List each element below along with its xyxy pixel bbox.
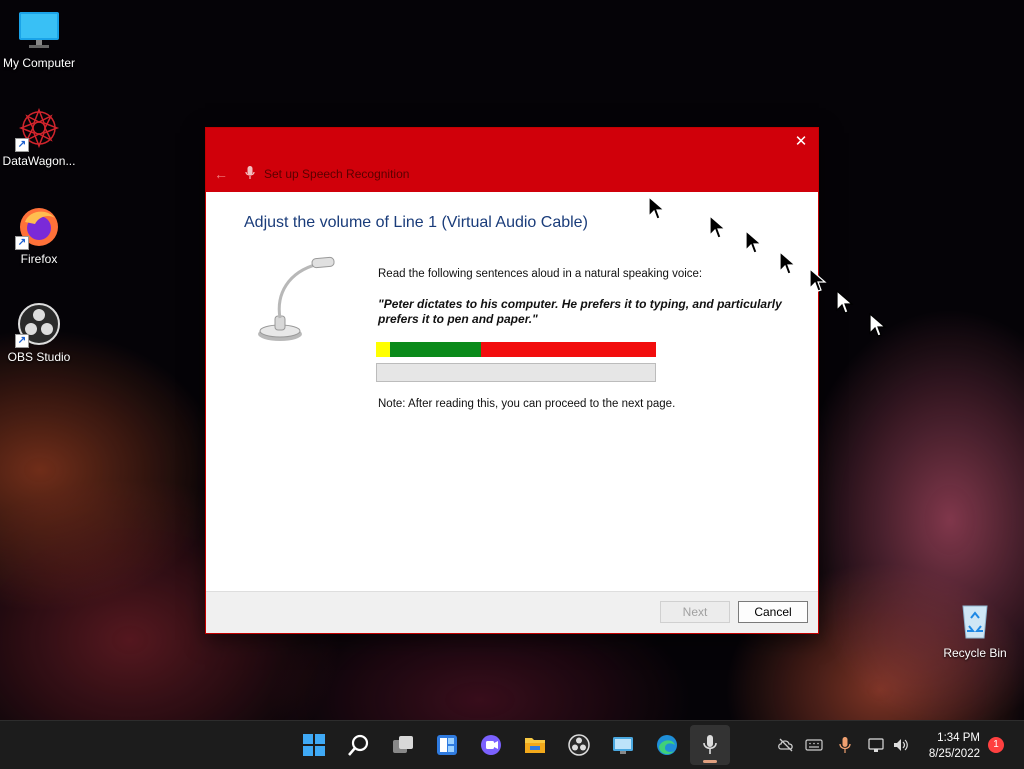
dialog-content: Adjust the volume of Line 1 (Virtual Aud… [206,192,818,592]
desktop-icon-label: Recycle Bin [943,646,1007,660]
desktop-icon-my-computer[interactable]: My Computer [0,8,81,70]
system-clock[interactable]: 1:34 PM 8/25/2022 [929,730,980,762]
shortcut-arrow-icon: ↗ [15,236,29,250]
file-explorer-icon[interactable] [521,731,549,759]
mouse-cursor-icon [745,230,763,254]
back-arrow-icon[interactable]: ← [214,166,228,182]
desktop-icon-label: DataWagon... [2,154,76,168]
edge-icon[interactable] [653,731,681,759]
taskbar: 1:34 PM 8/25/2022 1 [0,720,1024,769]
keyboard-icon[interactable] [804,735,824,755]
cloud-offline-icon[interactable] [776,735,796,755]
clock-date: 8/25/2022 [928,748,980,760]
active-indicator [703,760,717,763]
dialog-title: Set up Speech Recognition [264,167,410,181]
mouse-cursor-icon [869,313,887,337]
mouse-cursor-icon [809,268,827,292]
microphone-icon[interactable] [835,735,855,755]
meter-yellow-zone [376,342,390,357]
windows-start-icon[interactable] [300,731,328,759]
meter-green-zone [390,342,481,357]
dialog-footer: Next Cancel [206,591,818,633]
volume-level-meter [376,342,656,357]
desk-microphone-icon [258,256,335,341]
network-icon[interactable] [866,735,886,755]
obs-icon[interactable] [565,731,593,759]
search-icon[interactable] [345,731,373,759]
cancel-button[interactable]: Cancel [738,601,808,623]
volume-icon[interactable] [891,735,911,755]
reading-progress-bar [376,363,656,382]
dialog-titlebar[interactable]: ✕ ← Set up Speech Recognition [206,128,818,192]
microphone-icon [245,166,255,179]
page-heading: Adjust the volume of Line 1 (Virtual Aud… [244,214,588,231]
note-text: Note: After reading this, you can procee… [378,398,676,410]
meter-red-zone [481,342,656,357]
mouse-cursor-icon [648,196,666,220]
desktop-icon-obs-studio[interactable]: ↗ OBS Studio [0,302,81,364]
speech-recognition-dialog: ✕ ← Set up Speech Recognition Adjust the… [205,127,819,634]
recycle-bin-icon [953,598,997,642]
obs-icon: ↗ [15,302,61,348]
shortcut-arrow-icon: ↗ [15,334,29,348]
desktop-icon-datawagon[interactable]: ↗ DataWagon... [0,106,81,168]
datawagon-icon: ↗ [15,106,61,152]
task-view-icon[interactable] [389,731,417,759]
remote-desktop-icon[interactable] [609,731,637,759]
close-button[interactable]: ✕ [793,134,809,150]
quote-text: "Peter dictates to his computer. He pref… [378,297,782,326]
desktop-icon-label: My Computer [2,56,76,70]
clock-time: 1:34 PM [937,732,980,744]
teams-chat-icon[interactable] [477,731,505,759]
speech-recognition-icon[interactable] [696,731,724,759]
widgets-icon[interactable] [433,731,461,759]
mouse-cursor-icon [836,290,854,314]
mouse-cursor-icon [779,251,797,275]
shortcut-arrow-icon: ↗ [15,138,29,152]
mouse-cursor-icon [709,215,727,239]
firefox-icon: ↗ [15,204,61,250]
notification-badge[interactable]: 1 [988,737,1004,753]
next-button[interactable]: Next [660,601,730,623]
instruction-text: Read the following sentences aloud in a … [378,268,703,280]
desktop-icon-firefox[interactable]: ↗ Firefox [0,204,81,266]
monitor-icon [17,8,61,52]
desktop-icon-recycle-bin[interactable]: Recycle Bin [933,598,1017,660]
desktop-icon-label: Firefox [20,252,58,266]
desktop-icon-label: OBS Studio [7,350,71,364]
